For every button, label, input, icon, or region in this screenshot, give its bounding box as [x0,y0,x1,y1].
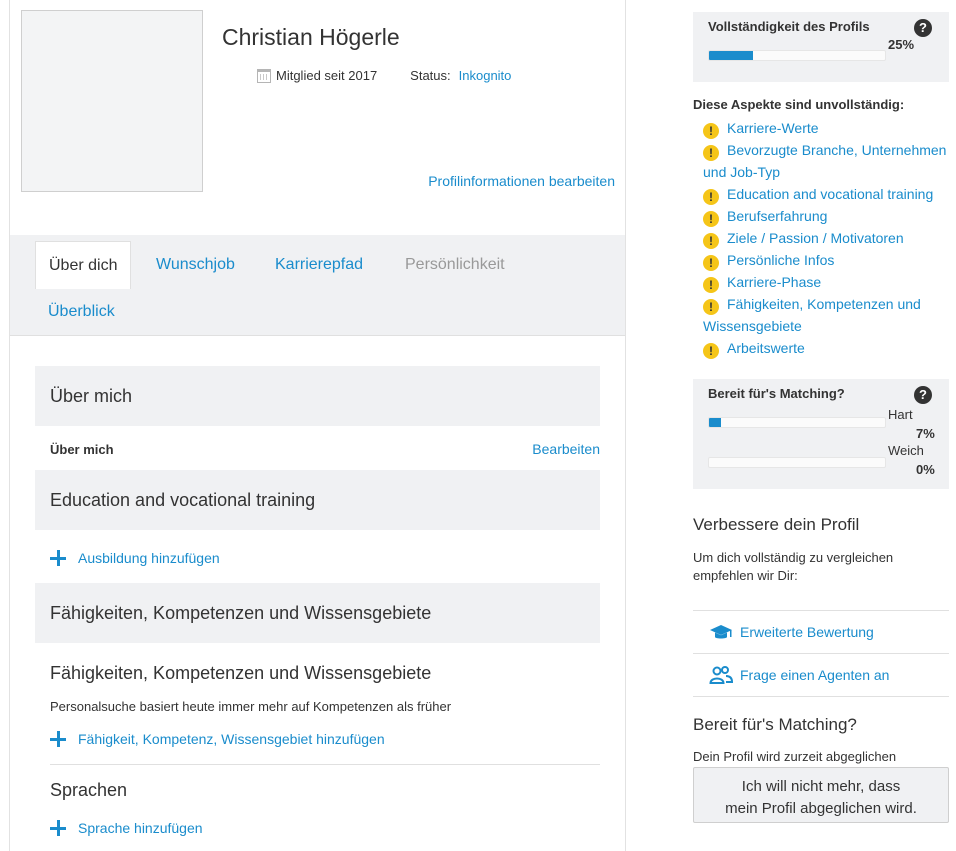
profile-meta: Mitglied seit 2017 Status: Inkognito [257,68,511,83]
divider [50,764,600,765]
matching-description: Dein Profil wird zurzeit abgeglichen [693,749,897,764]
tab-karrierepfad[interactable]: Karrierepfad [262,241,376,288]
profile-completeness-panel: Vollständigkeit des Profils ? 25% [693,12,949,82]
warning-icon: ! [703,211,719,227]
warning-icon: ! [703,189,719,205]
warning-icon: ! [703,299,719,315]
skills-section-heading: Fähigkeiten, Kompetenzen und Wissensgebi… [35,583,600,643]
add-education-label: Ausbildung hinzufügen [78,550,220,566]
completeness-progress-fill [709,51,753,60]
add-language-label: Sprache hinzufügen [78,820,203,836]
about-row-label: Über mich [50,442,114,457]
warning-icon: ! [703,145,719,161]
warning-icon: ! [703,255,719,271]
matching-title: Bereit für's Matching? [693,715,857,734]
plus-icon [50,550,66,566]
warning-icon: ! [703,343,719,359]
soft-matching-bar [708,457,886,468]
help-icon[interactable]: ? [914,19,932,37]
status-value-link[interactable]: Inkognito [459,68,512,83]
add-skill-button[interactable]: Fähigkeit, Kompetenz, Wissensgebiet hinz… [50,731,385,747]
education-section-heading: Education and vocational training [35,470,600,530]
stop-matching-label-line1: Ich will nicht mehr, dass [741,778,901,795]
extended-assessment-link[interactable]: Erweiterte Bewertung [693,610,949,653]
help-icon[interactable]: ? [914,386,932,404]
incomplete-item-link[interactable]: Karriere-Phase [727,274,821,290]
warning-icon: ! [703,277,719,293]
incomplete-item-link[interactable]: Berufserfahrung [727,208,827,224]
member-since: Mitglied seit 2017 [276,68,378,83]
completeness-percent: 25% [888,37,915,52]
incomplete-item[interactable]: ! Ziele / Passion / Motivatoren [703,227,953,249]
incomplete-item-link[interactable]: Arbeitswerte [727,340,805,356]
about-section-heading: Über mich [35,366,600,426]
add-language-button[interactable]: Sprache hinzufügen [50,820,203,836]
ask-agent-label: Frage einen Agenten an [740,667,890,683]
stop-matching-button[interactable]: Ich will nicht mehr, dass mein Profil ab… [693,767,949,823]
incomplete-item-link[interactable]: Fähigkeiten, Kompetenzen und Wissensgebi… [703,296,921,334]
incomplete-item[interactable]: ! Arbeitswerte [703,337,953,359]
calendar-icon [257,68,271,83]
incomplete-item-link[interactable]: Persönliche Infos [727,252,834,268]
add-skill-label: Fähigkeit, Kompetenz, Wissensgebiet hinz… [78,731,385,747]
matching-readiness-panel: Bereit für's Matching? ? Hart 7% Weich 0… [693,379,949,489]
completeness-progress-bar [708,50,886,61]
hard-matching-bar [708,417,886,428]
incomplete-item-link[interactable]: Ziele / Passion / Motivatoren [727,230,904,246]
hard-percent: 7% [916,426,935,441]
incomplete-item[interactable]: ! Persönliche Infos [703,249,953,271]
warning-icon: ! [703,233,719,249]
incomplete-item[interactable]: ! Education and vocational training [703,183,953,205]
profile-tabs: Über dich Wunschjob Karrierepfad Persönl… [10,235,625,336]
soft-label: Weich [888,443,924,458]
stop-matching-label-line2: mein Profil abgeglichen wird. [725,800,917,817]
extended-assessment-label: Erweiterte Bewertung [740,624,874,640]
skills-description: Personalsuche basiert heute immer mehr a… [50,699,452,714]
tab-persoenlichkeit: Persönlichkeit [405,256,505,273]
incomplete-aspects-list: ! Karriere-Werte! Bevorzugte Branche, Unte… [703,117,953,359]
incomplete-item[interactable]: ! Fähigkeiten, Kompetenzen und Wissensgeb… [703,293,953,337]
improve-profile-description: Um dich vollständig zu vergleichen empfe… [693,550,894,583]
tab-ueberblick[interactable]: Überblick [35,288,128,335]
incomplete-item[interactable]: ! Berufserfahrung [703,205,953,227]
graduation-cap-icon [710,625,732,639]
incomplete-item-link[interactable]: Education and vocational training [727,186,933,202]
incomplete-item-link[interactable]: Bevorzugte Branche, Unternehmen und Job-… [703,142,946,180]
edit-profile-info-link[interactable]: Profilinformationen bearbeiten [428,173,615,189]
incomplete-title: Diese Aspekte sind unvollständig: [693,97,905,112]
incomplete-item[interactable]: ! Bevorzugte Branche, Unternehmen und Job… [703,139,953,183]
profile-main-column: Christian Högerle Mitglied seit 2017 Sta… [9,0,626,851]
soft-percent: 0% [916,462,935,477]
improve-profile-title: Verbessere dein Profil [693,515,860,534]
profile-name: Christian Högerle [222,24,400,50]
plus-icon [50,820,66,836]
hard-label: Hart [888,407,913,422]
avatar[interactable] [21,10,203,192]
skills-subtitle: Fähigkeiten, Kompetenzen und Wissensgebi… [50,663,432,683]
plus-icon [50,731,66,747]
languages-title: Sprachen [50,780,128,800]
about-edit-link[interactable]: Bearbeiten [532,441,600,457]
ask-agent-link[interactable]: Frage einen Agenten an [693,653,949,697]
users-icon [709,666,733,684]
matching-panel-title: Bereit für's Matching? [708,386,845,401]
incomplete-item[interactable]: ! Karriere-Werte [703,117,953,139]
add-education-button[interactable]: Ausbildung hinzufügen [50,550,220,566]
completeness-title: Vollständigkeit des Profils [708,19,870,34]
incomplete-item-link[interactable]: Karriere-Werte [727,120,819,136]
warning-icon: ! [703,123,719,139]
incomplete-item[interactable]: ! Karriere-Phase [703,271,953,293]
tab-ueber-dich[interactable]: Über dich [35,241,132,289]
hard-matching-fill [709,418,722,427]
status-label: Status: [410,68,451,83]
tab-wunschjob[interactable]: Wunschjob [143,241,248,288]
